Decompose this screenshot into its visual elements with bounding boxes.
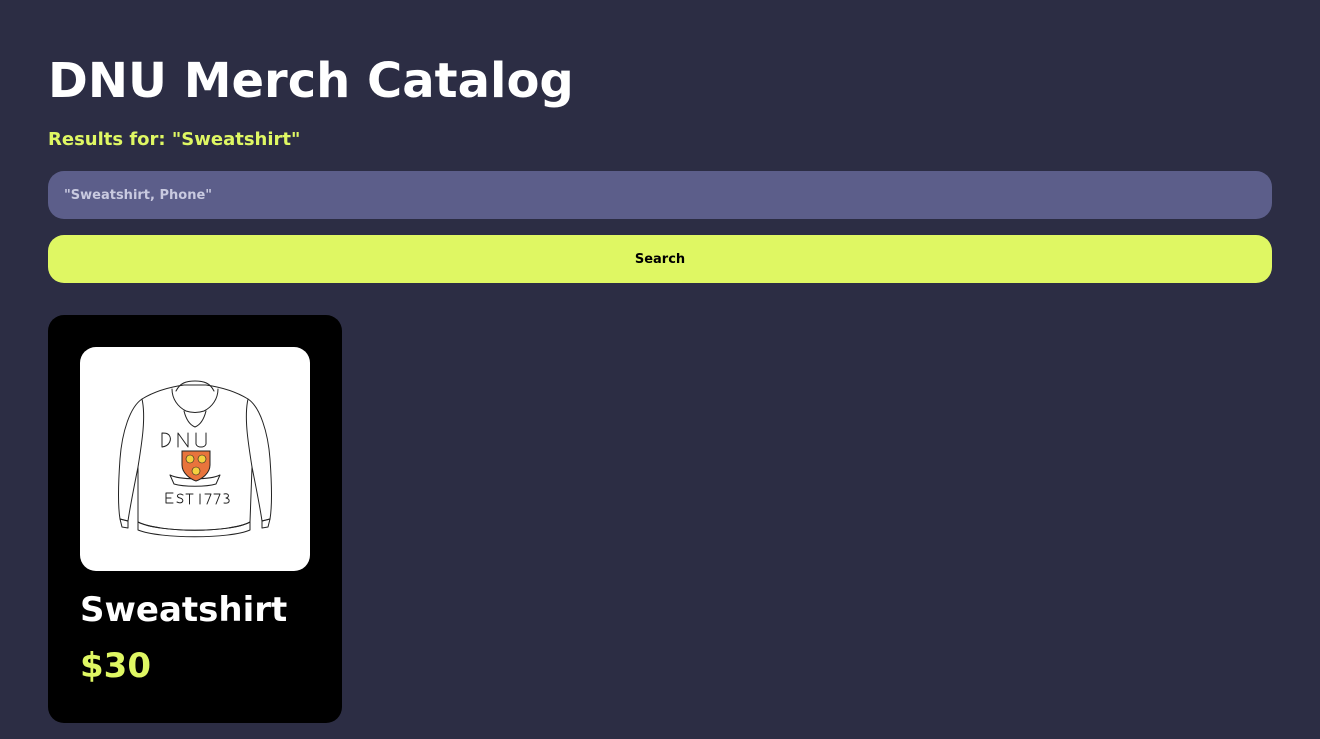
product-price: $30 (80, 646, 151, 686)
product-name: Sweatshirt (80, 590, 288, 630)
product-image[interactable] (80, 347, 310, 571)
sweatshirt-drawing (118, 380, 272, 538)
catalog-page: DNU Merch Catalog Results for: "Sweatshi… (0, 0, 1320, 739)
search-button[interactable]: Search (48, 235, 1272, 283)
results-label: Results for: "Sweatshirt" (48, 129, 301, 150)
page-title: DNU Merch Catalog (48, 53, 574, 109)
product-card[interactable]: Sweatshirt $30 (48, 315, 342, 723)
search-input[interactable] (48, 171, 1272, 219)
